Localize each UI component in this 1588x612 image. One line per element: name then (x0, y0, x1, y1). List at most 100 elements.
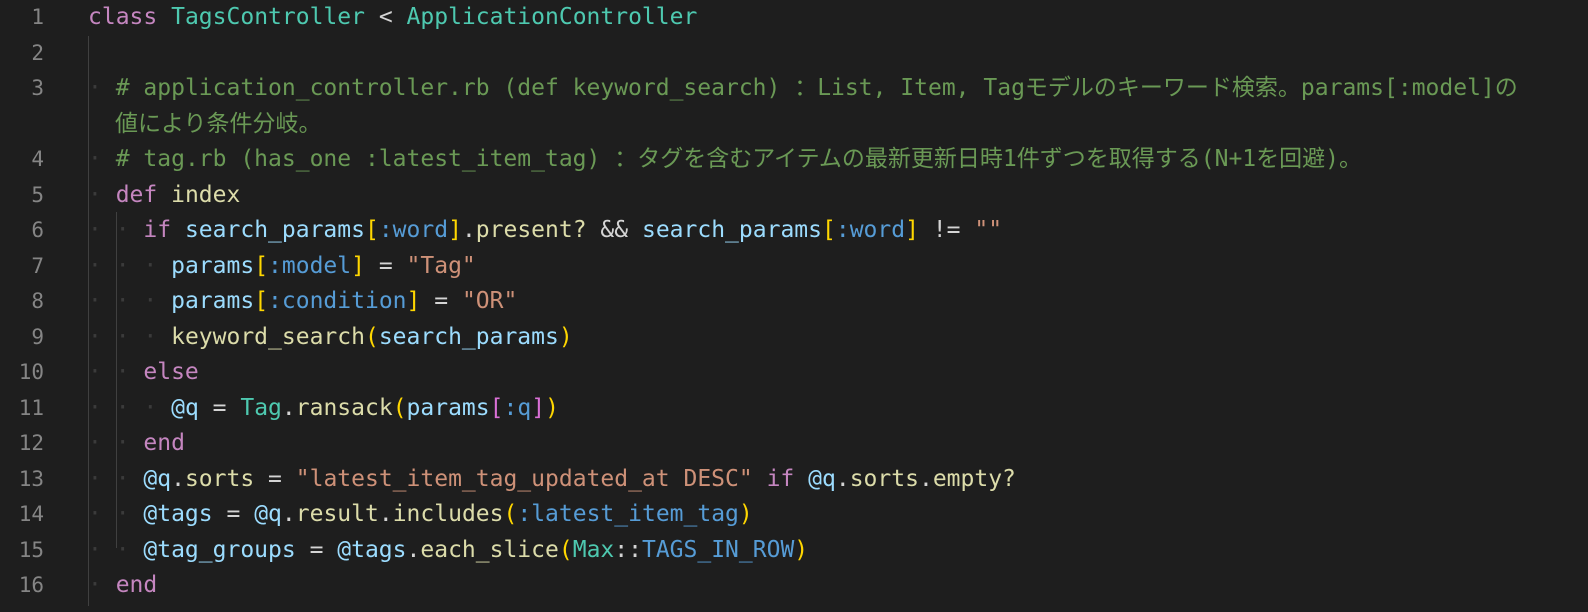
code-token: ] (351, 252, 365, 279)
code-line[interactable]: 16 · end (0, 568, 1588, 604)
code-text: · # tag.rb (has_one :latest_item_tag) ：タ… (88, 142, 1568, 178)
code-text: · · @q.sorts = "latest_item_tag_updated_… (88, 462, 1568, 498)
code-token: = (365, 252, 407, 279)
code-token: Tag (240, 394, 282, 421)
code-token: @q (171, 394, 199, 421)
code-text: · · · params[:model] = "Tag" (88, 249, 1568, 285)
code-line[interactable]: 9 · · · keyword_search(search_params) (0, 320, 1588, 356)
code-token: search_params (378, 323, 559, 350)
code-line[interactable]: 6 · · if search_params[:word].present? &&… (0, 213, 1588, 249)
code-line[interactable]: 15 · · @tag_groups = @tags.each_slice(Max… (0, 533, 1588, 569)
code-token: [ (254, 288, 269, 314)
code-token: @q (808, 465, 836, 492)
code-token: sorts (184, 465, 255, 492)
code-line[interactable]: 5 · def index (0, 178, 1588, 214)
code-token: "Tag" (406, 252, 476, 279)
code-token: def (115, 181, 158, 208)
code-text: · · end (88, 426, 1568, 462)
code-line[interactable]: 2 (0, 36, 1588, 72)
code-token: ] (448, 217, 462, 243)
whitespace-marker: · (88, 146, 116, 172)
code-token: @tag_groups (143, 536, 296, 563)
code-token: = (254, 465, 296, 492)
code-line[interactable]: 14 · · @tags = @q.result.includes(:latest… (0, 497, 1588, 533)
code-token: ) (558, 323, 573, 350)
code-text: · · else (88, 355, 1568, 391)
code-token: "OR" (461, 288, 518, 314)
code-text: · · @tags = @q.result.includes(:latest_i… (88, 497, 1568, 533)
code-line[interactable]: 11 · · · @q = Tag.ransack(params[:q]) (0, 391, 1588, 427)
code-token: "latest_item_tag_updated_at DESC" (295, 465, 753, 492)
code-token: . (406, 536, 421, 563)
line-number: 2 (31, 40, 44, 65)
code-token: "" (974, 217, 1003, 243)
code-token: [ (821, 217, 836, 243)
code-line[interactable]: 7 · · · params[:model] = "Tag" (0, 249, 1588, 285)
code-line[interactable]: 3 · # application_controller.rb (def keyw… (0, 71, 1588, 142)
editor-lines: 1 class TagsController < ApplicationContr… (0, 0, 1588, 604)
code-token: != (918, 217, 975, 243)
code-text: · · · @q = Tag.ransack(params[:q]) (88, 391, 1568, 427)
code-token: else (143, 359, 199, 385)
code-token: # application_controller.rb (def keyword… (115, 75, 1518, 101)
code-token: @tags (337, 536, 407, 563)
code-token: :word (835, 217, 906, 243)
indent-guide (88, 36, 89, 606)
code-token: params (171, 252, 255, 279)
line-number: 12 (18, 431, 44, 455)
code-token: . (461, 217, 476, 243)
code-token: index (171, 181, 241, 208)
line-number: 10 (18, 360, 44, 384)
whitespace-marker: · (88, 75, 116, 101)
line-number: 1 (31, 5, 44, 29)
whitespace-marker: · · · (88, 323, 172, 350)
whitespace-marker: · (88, 572, 116, 598)
code-line[interactable]: 1 class TagsController < ApplicationContr… (0, 0, 1588, 36)
line-number: 13 (18, 466, 44, 491)
line-number: 16 (18, 573, 44, 597)
code-token: keyword_search (171, 323, 365, 350)
code-token: . (171, 465, 185, 492)
code-token: end (143, 430, 185, 456)
code-line[interactable]: 12 · · end (0, 426, 1588, 462)
line-number: 8 (31, 289, 44, 313)
code-token: ) (738, 501, 753, 527)
code-line[interactable]: 8 · · · params[:condition] = "OR" (0, 284, 1588, 320)
code-line[interactable]: 4 · # tag.rb (has_one :latest_item_tag) ：… (0, 142, 1588, 178)
code-line[interactable]: 13 · · @q.sorts = "latest_item_tag_update… (0, 462, 1588, 498)
code-token: search_params (641, 217, 822, 243)
code-token: ] (905, 217, 919, 243)
whitespace-marker: · · · (88, 288, 172, 314)
code-token: . (281, 501, 296, 527)
code-token: [ (254, 252, 269, 279)
code-token: if (766, 465, 795, 492)
whitespace-marker: · (88, 181, 116, 208)
code-token: :word (378, 217, 449, 243)
code-token: ) (794, 536, 809, 563)
code-token: @q (254, 501, 282, 527)
code-token: result (295, 501, 379, 527)
code-token: # tag.rb (has_one :latest_item_tag) ：タグを… (115, 146, 1362, 172)
code-token: each_slice (420, 536, 559, 563)
code-token: TAGS_IN_ROW (641, 536, 795, 563)
code-editor[interactable]: 1 class TagsController < ApplicationContr… (0, 0, 1588, 612)
code-token: ( (503, 501, 518, 527)
code-token: :: (614, 536, 642, 563)
code-token: . (281, 394, 296, 421)
line-number: 14 (18, 502, 44, 526)
code-token: < (364, 4, 407, 30)
line-number: 4 (31, 147, 44, 171)
indent-guide (116, 212, 117, 548)
code-token: end (115, 572, 158, 598)
code-token: ] (531, 394, 546, 421)
code-token: && (586, 217, 642, 243)
code-line[interactable]: 10 · · else (0, 355, 1588, 391)
line-number: 5 (31, 182, 44, 207)
code-text: · end (88, 568, 1568, 604)
line-number: 11 (18, 395, 44, 420)
code-text: · · · params[:condition] = "OR" (88, 284, 1568, 320)
code-token: [ (364, 217, 379, 243)
code-token: if (143, 217, 172, 243)
code-token: ( (364, 323, 379, 350)
